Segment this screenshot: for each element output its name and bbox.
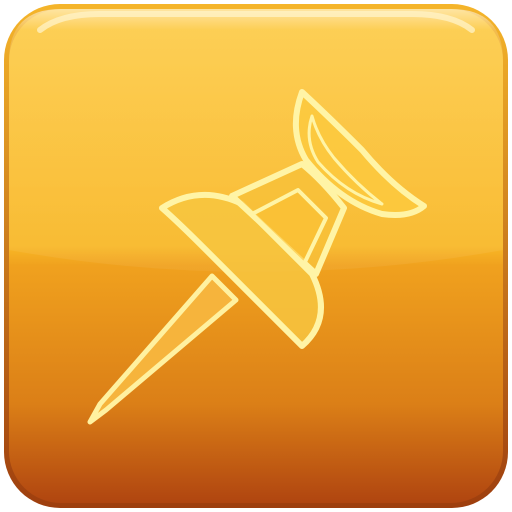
app-icon-tile[interactable] [0, 0, 512, 512]
pushpin-app-icon [4, 4, 508, 508]
